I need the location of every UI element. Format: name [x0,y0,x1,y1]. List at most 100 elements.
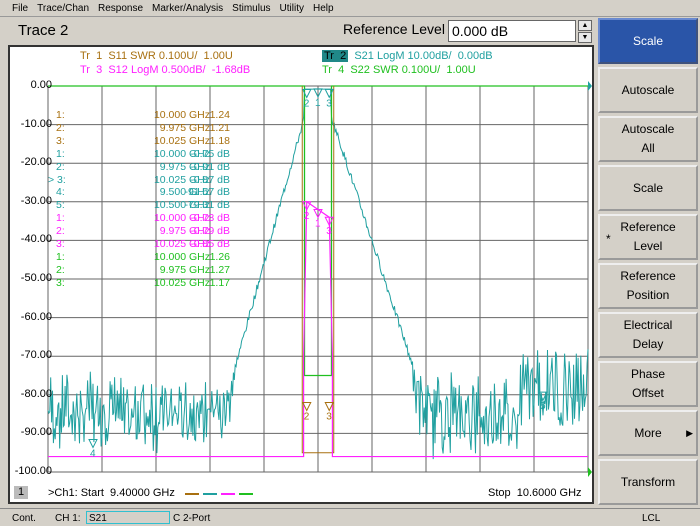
softkey-label: Reference Position [620,269,676,302]
reference-level-input[interactable]: 0.000 dB [448,20,576,42]
reference-level-spinner[interactable]: ▲ ▼ [578,20,592,43]
softkey-reference-level[interactable]: Reference Level * [598,214,698,260]
softkey-label: Reference Level [620,220,676,253]
trace-4-id: Tr 4 [322,64,345,76]
sweep-mode: Cont. [12,513,36,524]
trace-1-header[interactable]: Tr 1 S11 SWR 0.100U/ 1.00U [80,50,233,62]
marker-value: -0.79 dB [190,225,230,238]
marker-number: 1: [56,109,65,121]
trace-color-legend [185,493,253,495]
spin-up-icon[interactable]: ▲ [578,20,592,31]
softkey-label: More [634,425,662,440]
y-axis-label: -100.00 [14,465,52,477]
marker-number: 4: [56,186,65,199]
marker-number: 3: [56,276,65,289]
menu-bar: File Trace/Chan Response Marker/Analysis… [0,0,700,17]
trace-1-id: Tr 1 [80,50,103,62]
trace-3-id: Tr 3 [80,64,103,76]
y-axis-label: -50.00 [20,272,52,284]
marker-value: -0.87 dB [190,173,230,186]
trace-4-desc: S22 SWR 0.100U/ 1.00U [350,64,476,76]
y-axis-label: -60.00 [20,310,52,323]
marker-number-label: 1 [315,219,321,230]
marker-number: 1: [56,250,65,263]
softkey-label: Transform [620,474,676,489]
marker-triangle-icon [88,438,98,449]
softkey-label: Autoscale [621,82,675,97]
softkey-phase-offset[interactable]: Phase Offset [598,361,698,407]
marker-number: 3: [56,238,65,250]
menu-marker-analysis[interactable]: Marker/Analysis [152,3,223,16]
marker-value: -0.91 dB [190,160,230,173]
menu-utility[interactable]: Utility [280,3,304,16]
marker-value: 1.27 [209,263,230,276]
trace-3-desc: S12 LogM 0.500dB/ -1.68dB [108,64,251,76]
remote-status: LCL [642,513,661,524]
trace-2-id-active: Tr 2 [322,50,349,62]
softkey-autoscale[interactable]: Autoscale [598,67,698,113]
reference-level-arrow-icon [588,81,592,91]
marker-number: 2: [56,263,65,276]
marker-value: -0.85 dB [190,238,230,250]
marker-number-label: 3 [326,226,332,237]
marker-number: 3: [56,134,65,147]
softkey-electrical-delay[interactable]: Electrical Delay [598,312,698,358]
softkey-autoscale-all[interactable]: Autoscale All [598,116,698,162]
stop-frequency[interactable]: Stop 10.6000 GHz [488,487,582,499]
reference-level-label: Reference Level [343,21,445,37]
trace-2-header[interactable]: Tr 2 S21 LogM 10.00dB/ 0.00dB [322,50,493,62]
softkey-label: Autoscale All [621,122,675,155]
y-axis-label: -40.00 [20,233,52,246]
menu-trace-chan[interactable]: Trace/Chan [37,3,89,16]
marker-number-label: 3 [326,412,332,423]
softkey-label: Phase Offset [630,367,666,400]
active-indicator-icon: * [606,232,611,246]
marker-number: 2: [56,160,65,173]
spin-down-icon[interactable]: ▼ [578,32,592,43]
marker-number: > 3: [48,173,66,186]
menu-response[interactable]: Response [98,3,143,16]
softkey-transform[interactable]: Transform [598,459,698,505]
marker-value: -79.31 dB [184,199,230,212]
marker-value: 1.18 [209,134,230,147]
softkey-label: Scale [632,33,664,48]
marker-number: 5: [56,199,65,212]
marker-number: 1: [56,147,65,160]
trace-4-header[interactable]: Tr 4 S22 SWR 0.100U/ 1.00U [322,64,476,76]
trace-2-desc: S21 LogM 10.00dB/ 0.00dB [354,50,493,62]
y-axis-label: -10.00 [20,117,52,130]
menu-stimulus[interactable]: Stimulus [232,3,270,16]
marker-value: -0.75 dB [190,147,230,160]
softkey-reference-position[interactable]: Reference Position [598,263,698,309]
channel-label: CH 1: [55,513,81,524]
softkey-scale[interactable]: Scale [598,165,698,211]
trace-3-header[interactable]: Tr 3 S12 LogM 0.500dB/ -1.68dB [80,64,250,76]
marker-number: 2: [56,121,65,134]
softkey-label: Electrical Delay [623,318,673,351]
y-axis-label: -20.00 [20,156,52,169]
toolbar: Trace 2 Reference Level 0.000 dB ▲ ▼ [8,18,594,44]
submenu-arrow-icon: ▶ [686,427,693,438]
softkey-more[interactable]: More ▶ [598,410,698,456]
y-axis-label: -70.00 [20,349,52,362]
menu-file[interactable]: File [12,3,28,16]
marker-number: 2: [56,225,65,238]
marker-number: 1: [56,212,65,225]
trace-display[interactable]: 1234512323 Tr 1 S11 SWR 0.100U/ 1.00U Tr… [8,45,594,504]
active-parameter[interactable]: S21 [86,511,170,524]
marker-number-label: 2 [304,99,310,110]
marker-value: 1.17 [209,276,230,289]
marker-number-label: 2 [304,412,310,423]
marker-value: 1.24 [209,109,230,121]
start-frequency[interactable]: >Ch1: Start 9.40000 GHz [48,487,175,499]
marker-value: 1.21 [209,121,230,134]
softkey-label: Scale [632,180,664,195]
softkey-scale[interactable]: Scale [598,18,698,64]
trace-1-desc: S11 SWR 0.100U/ 1.00U [108,50,233,62]
marker-number-label: 3 [326,98,332,109]
channel-number[interactable]: 1 [14,486,28,499]
marker-value: 1.26 [209,250,230,263]
marker-number-label: 4 [90,448,96,459]
menu-help[interactable]: Help [313,3,334,16]
y-axis-label: -30.00 [20,194,52,207]
